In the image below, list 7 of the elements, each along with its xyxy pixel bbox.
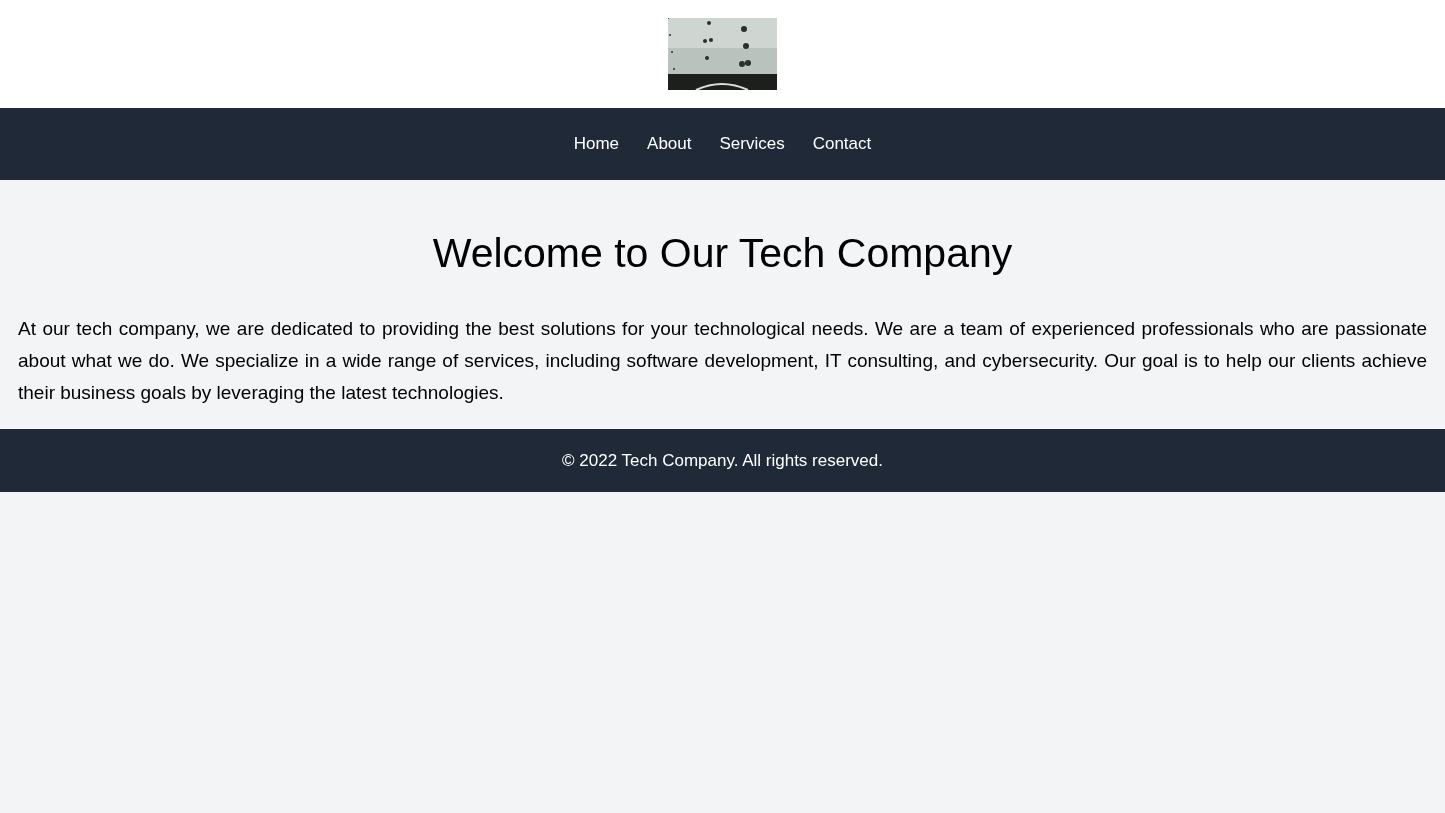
page-heading: Welcome to Our Tech Company <box>431 230 1014 277</box>
intro-paragraph: At our tech company, we are dedicated to providing the best solutions for your technological needs. We are a team of experienced professionals who are passionate about what we do. We specialize in a wide range of services, including software development, IT consulting, and cybersecurity. Our goal is to help our clients achieve their business goals by leveraging the latest technologies. <box>18 317 1427 405</box>
nav-link[interactable]: About <box>647 134 692 154</box>
copyright-text: © 2022 Tech Company. All rights reserved. <box>562 450 883 471</box>
nav-link[interactable]: Services <box>719 134 785 154</box>
nav-link[interactable]: Home <box>573 134 620 154</box>
nav-link[interactable]: Contact <box>812 134 872 154</box>
